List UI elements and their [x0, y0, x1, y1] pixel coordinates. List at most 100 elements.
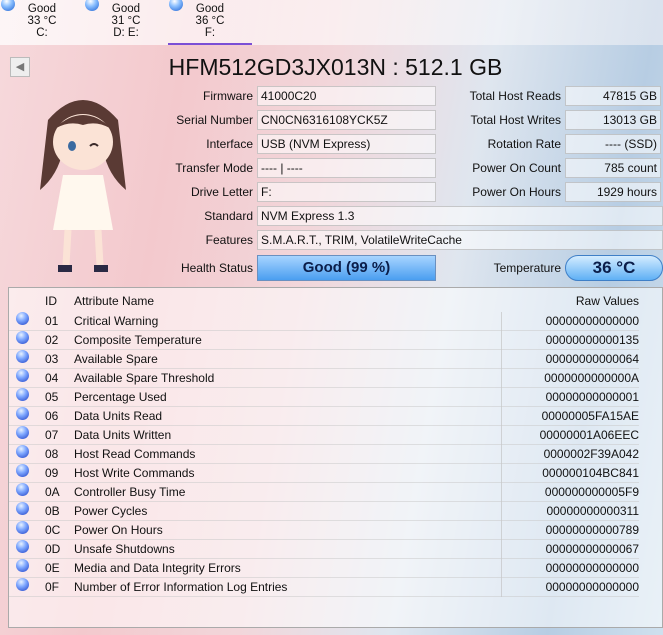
table-row[interactable]: 0F Number of Error Information Log Entri… [9, 578, 639, 597]
raw-value: 00000000000000 [545, 314, 639, 328]
raw-value: 00000000000067 [545, 542, 639, 556]
drive-tab-f[interactable]: Good 36 °C F: [168, 0, 252, 45]
transfer-mode-label: Transfer Mode [175, 161, 253, 175]
raw-value: 00000000000135 [545, 333, 639, 347]
attribute-id: 05 [45, 390, 59, 404]
attribute-id: 0E [45, 561, 60, 575]
status-orb-icon [16, 559, 29, 572]
raw-value: 00000000000000 [545, 561, 639, 575]
status-orb-icon [16, 483, 29, 496]
raw-value: 0000000000000A [544, 371, 639, 385]
drive-title: HFM512GD3JX013N : 512.1 GB [168, 54, 503, 80]
drive-letter: D: E: [113, 27, 139, 39]
attribute-id: 03 [45, 352, 59, 366]
raw-value: 000000000005F9 [544, 485, 639, 499]
status-orb-icon [16, 369, 29, 382]
status-orb-icon [16, 331, 29, 344]
drive-letter: C: [36, 27, 48, 39]
status-orb-icon [16, 540, 29, 553]
column-header-attribute-name[interactable]: Attribute Name [74, 292, 154, 310]
table-row[interactable]: 01 Critical Warning 00000000000000 [9, 312, 639, 331]
attribute-name: Composite Temperature [74, 333, 202, 347]
drive-letter-value: F: [257, 182, 436, 202]
attribute-name: Unsafe Shutdowns [74, 542, 175, 556]
health-status-label: Health Status [180, 261, 253, 275]
column-header-id[interactable]: ID [45, 292, 57, 310]
drive-temp: 36 °C [195, 15, 225, 27]
attribute-name: Critical Warning [74, 314, 159, 328]
mascot-illustration [40, 100, 126, 272]
attribute-id: 08 [45, 447, 59, 461]
interface-label: Interface [206, 137, 253, 151]
attribute-id: 01 [45, 314, 59, 328]
attribute-id: 0F [45, 580, 60, 594]
power-on-hours-value: 1929 hours [565, 182, 661, 202]
table-row[interactable]: 0A Controller Busy Time 000000000005F9 [9, 483, 639, 502]
drive-tab-c[interactable]: Good 33 °C C: [0, 0, 84, 45]
status-orb-icon [16, 407, 29, 420]
attribute-name: Power On Hours [74, 523, 163, 537]
firmware-value: 41000C20 [257, 86, 436, 106]
health-status-button[interactable]: Good (99 %) [257, 255, 436, 281]
attribute-id: 0D [45, 542, 61, 556]
total-host-writes-label: Total Host Writes [470, 113, 561, 127]
attribute-id: 0A [45, 485, 60, 499]
table-row[interactable]: 09 Host Write Commands 000000104BC841 [9, 464, 639, 483]
serial-label: Serial Number [176, 113, 253, 127]
table-row[interactable]: 0C Power On Hours 00000000000789 [9, 521, 639, 540]
table-row[interactable]: 08 Host Read Commands 0000002F39A042 [9, 445, 639, 464]
column-header-raw-values[interactable]: Raw Values [509, 292, 639, 310]
drive-temp: 31 °C [111, 15, 141, 27]
attribute-id: 0B [45, 504, 60, 518]
drive-tab-bar: Good 33 °C C: Good 31 °C D: E: Good 36 °… [0, 0, 663, 45]
temperature-button[interactable]: 36 °C [565, 255, 663, 281]
attribute-name: Controller Busy Time [74, 485, 186, 499]
power-on-count-value: 785 count [565, 158, 661, 178]
features-value: S.M.A.R.T., TRIM, VolatileWriteCache [257, 230, 663, 250]
rotation-rate-value: ---- (SSD) [565, 134, 661, 154]
attribute-id: 07 [45, 428, 59, 442]
drive-letter: F: [204, 27, 216, 39]
status-orb-icon [16, 578, 29, 591]
status-orb-icon [16, 388, 29, 401]
standard-label: Standard [204, 209, 253, 223]
raw-value: 00000001A06EEC [539, 428, 639, 442]
standard-value: NVM Express 1.3 [257, 206, 663, 226]
table-row[interactable]: 05 Percentage Used 00000000000001 [9, 388, 639, 407]
attribute-name: Data Units Written [74, 428, 172, 442]
attribute-name: Available Spare Threshold [74, 371, 215, 385]
drive-temp: 33 °C [27, 15, 57, 27]
attribute-id: 04 [45, 371, 59, 385]
table-row[interactable]: 04 Available Spare Threshold 00000000000… [9, 369, 639, 388]
attribute-id: 06 [45, 409, 59, 423]
interface-value: USB (NVM Express) [257, 134, 436, 154]
status-orb-icon [16, 521, 29, 534]
table-row[interactable]: 02 Composite Temperature 00000000000135 [9, 331, 639, 350]
serial-value: CN0CN6316108YCK5Z [257, 110, 436, 130]
temperature-label: Temperature [493, 261, 561, 275]
rotation-rate-label: Rotation Rate [487, 137, 561, 151]
smart-attributes-table: ID Attribute Name Raw Values 01 Critical… [8, 287, 663, 628]
table-row[interactable]: 03 Available Spare 00000000000064 [9, 350, 639, 369]
raw-value: 00000000000311 [546, 504, 639, 518]
attribute-name: Host Write Commands [74, 466, 195, 480]
firmware-label: Firmware [203, 89, 253, 103]
status-orb-icon [16, 502, 29, 515]
attribute-id: 0C [45, 523, 61, 537]
status-orb-icon [16, 464, 29, 477]
raw-value: 0000002F39A042 [543, 447, 639, 461]
total-host-reads-value: 47815 GB [565, 86, 661, 106]
table-row[interactable]: 07 Data Units Written 00000001A06EEC [9, 426, 639, 445]
table-row[interactable]: 0E Media and Data Integrity Errors 00000… [9, 559, 639, 578]
attribute-name: Available Spare [74, 352, 158, 366]
table-row[interactable]: 0B Power Cycles 00000000000311 [9, 502, 639, 521]
drive-tab-d-e[interactable]: Good 31 °C D: E: [84, 0, 168, 45]
raw-value: 00000000000000 [545, 580, 639, 594]
raw-value: 000000104BC841 [542, 466, 639, 480]
raw-value: 00000005FA15AE [541, 409, 639, 423]
status-orb-icon [16, 350, 29, 363]
status-orb-icon [16, 426, 29, 439]
table-row[interactable]: 0D Unsafe Shutdowns 00000000000067 [9, 540, 639, 559]
total-host-writes-value: 13013 GB [565, 110, 661, 130]
table-row[interactable]: 06 Data Units Read 00000005FA15AE [9, 407, 639, 426]
